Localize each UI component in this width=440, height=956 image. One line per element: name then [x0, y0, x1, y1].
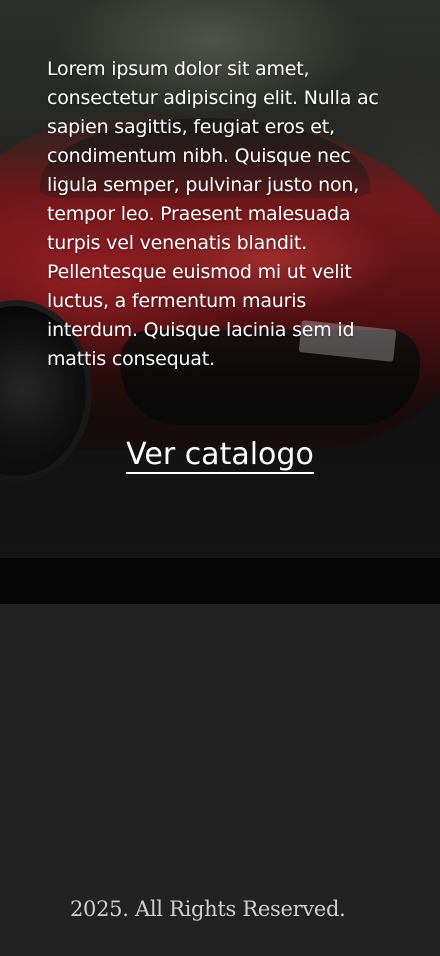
copyright-text: 2025. All Rights Reserved.: [70, 897, 346, 921]
page: Lorem ipsum dolor sit amet, consectetur …: [0, 0, 440, 956]
hero-section: Lorem ipsum dolor sit amet, consectetur …: [0, 0, 440, 558]
view-catalog-link[interactable]: Ver catalogo: [0, 433, 440, 477]
hero-description: Lorem ipsum dolor sit amet, consectetur …: [47, 58, 379, 370]
section-divider: [0, 558, 440, 604]
